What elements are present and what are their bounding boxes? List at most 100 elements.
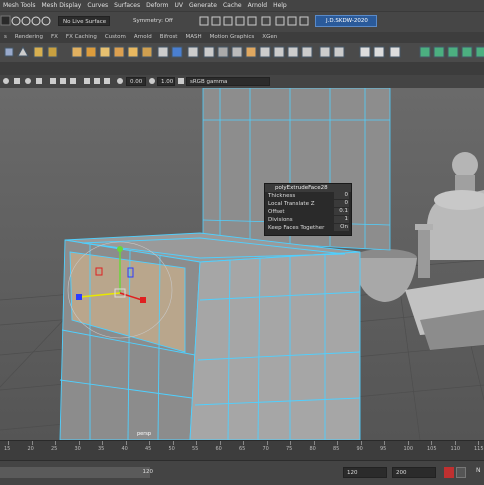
time-tick — [125, 441, 127, 445]
menu-item[interactable]: Generate — [186, 0, 220, 11]
time-tick — [266, 441, 268, 445]
hud-row-offset[interactable]: Offset 0.1 — [265, 208, 351, 216]
shelf-tab[interactable]: XGen — [258, 32, 281, 43]
hud-row-keep-faces-together[interactable]: Keep Faces Together On — [265, 224, 351, 232]
time-tick-label: 30 — [74, 446, 81, 452]
menu-item[interactable]: Mesh Display — [38, 0, 84, 11]
prefs-icon[interactable] — [456, 467, 466, 478]
time-tick — [360, 441, 362, 445]
hud-value[interactable]: 0 — [334, 192, 349, 199]
select-mode-icons[interactable] — [0, 15, 51, 26]
time-tick — [31, 441, 33, 445]
time-tick — [219, 441, 221, 445]
snap-icons[interactable] — [199, 16, 309, 26]
time-tick-label: 95 — [380, 446, 387, 452]
shelf-tab[interactable]: Motion Graphics — [206, 32, 259, 43]
time-tick-label: 110 — [450, 446, 461, 452]
hud-row-divisions[interactable]: Divisions 1 — [265, 216, 351, 224]
time-tick-label: 50 — [168, 446, 175, 452]
shelf-tab[interactable]: Arnold — [130, 32, 156, 43]
shelf-tool-icons[interactable] — [0, 43, 484, 62]
time-tick — [337, 441, 338, 445]
hud-value[interactable]: 1 — [334, 216, 349, 223]
hud-label: Keep Faces Together — [268, 225, 325, 231]
main-menubar: Mesh Tools Mesh Display Curves Surfaces Defo… — [0, 0, 484, 11]
range-end-inner[interactable]: 120 — [137, 467, 155, 478]
menu-item[interactable]: Curves — [84, 0, 111, 11]
shelf-tab[interactable]: s — [0, 32, 11, 43]
time-tick — [172, 441, 174, 445]
hud-row-thickness[interactable]: Thickness 0 — [265, 192, 351, 200]
menu-item[interactable]: Deform — [143, 0, 171, 11]
range-max-field[interactable]: 200 — [392, 467, 436, 478]
time-tick — [8, 441, 9, 445]
time-tick-label: 90 — [356, 446, 363, 452]
time-tick — [149, 441, 150, 445]
time-tick-label: 105 — [427, 446, 437, 452]
main-box — [59, 232, 361, 440]
time-tick-label: 40 — [121, 446, 128, 452]
time-tick — [290, 441, 291, 445]
camera-label: persp — [137, 431, 152, 437]
menu-item[interactable]: Arnold — [245, 0, 270, 11]
time-tick — [243, 441, 244, 445]
range-end-field[interactable]: 120 — [343, 467, 387, 478]
gamma-field[interactable]: 1.00 — [157, 77, 175, 86]
hud-value[interactable]: 0.1 — [334, 208, 349, 215]
workspace-dropdown[interactable]: J.D.SKDW-2020 — [315, 15, 377, 27]
fps-label: N — [476, 467, 481, 474]
time-tick-label: 35 — [98, 446, 105, 452]
time-tick-label: 70 — [262, 446, 269, 452]
shelf-tab[interactable]: FX Caching — [62, 32, 101, 43]
time-tick-label: 115 — [474, 446, 484, 452]
shelf — [0, 43, 484, 62]
time-tick — [407, 441, 409, 445]
time-tick — [454, 441, 456, 445]
symmetry-dropdown[interactable]: Symmetry: Off — [133, 16, 173, 26]
menu-item[interactable]: Cache — [220, 0, 245, 11]
time-tick — [313, 441, 315, 445]
hud-row-local-translate-z[interactable]: Local Translate Z 0 — [265, 200, 351, 208]
shelf-tab[interactable]: Rendering — [11, 32, 47, 43]
time-tick-label: 60 — [215, 446, 222, 452]
shelf-tab[interactable]: Custom — [101, 32, 130, 43]
time-tick-label: 80 — [309, 446, 316, 452]
time-tick-label: 85 — [333, 446, 340, 452]
auto-key-icon[interactable] — [444, 467, 454, 478]
panel-menu — [0, 62, 484, 75]
time-tick-label: 100 — [403, 446, 414, 452]
live-surface-dropdown[interactable]: No Live Surface — [58, 16, 110, 26]
hud-label: Divisions — [268, 217, 293, 223]
time-tick-label: 65 — [239, 446, 246, 452]
time-tick — [55, 441, 56, 445]
time-tick — [102, 441, 103, 445]
time-tick-label: 25 — [51, 446, 58, 452]
hud-label: Local Translate Z — [268, 201, 315, 207]
time-tick — [478, 441, 479, 445]
time-tick-label: 75 — [286, 446, 293, 452]
hud-value[interactable]: 0 — [334, 200, 349, 207]
viewport-persp[interactable]: persp — [0, 88, 484, 440]
shelf-tab[interactable]: MASH — [181, 32, 205, 43]
shelf-tabs: s Rendering FX FX Caching Custom Arnold Bifros… — [0, 32, 484, 43]
menu-item[interactable]: Mesh Tools — [0, 0, 38, 11]
time-tick-label: 20 — [27, 446, 34, 452]
time-tick — [78, 441, 80, 445]
hud-value[interactable]: On — [334, 224, 349, 231]
time-tick — [384, 441, 385, 445]
menu-item[interactable]: Surfaces — [111, 0, 143, 11]
shelf-tab[interactable]: FX — [47, 32, 62, 43]
scene-render — [0, 88, 484, 440]
in-view-editor[interactable]: polyExtrudeFace28 Thickness 0 Local Trans… — [264, 183, 352, 236]
range-slider[interactable] — [0, 467, 150, 478]
time-tick-label: 15 — [4, 446, 11, 452]
hud-label: Offset — [268, 209, 285, 215]
menu-item[interactable]: UV — [171, 0, 186, 11]
time-tick — [196, 441, 197, 445]
shelf-tab[interactable]: Bifrost — [156, 32, 182, 43]
color-space-dropdown[interactable]: sRGB gamma — [186, 77, 270, 86]
menu-item[interactable]: Help — [270, 0, 290, 11]
time-slider[interactable]: 15 20 25 30 35 40 45 50 55 60 65 70 75 80 85 90 95 100 105… — [0, 440, 484, 461]
exposure-field[interactable]: 0.00 — [126, 77, 146, 86]
range-slider-bar: 120 120 200 N — [0, 460, 484, 485]
